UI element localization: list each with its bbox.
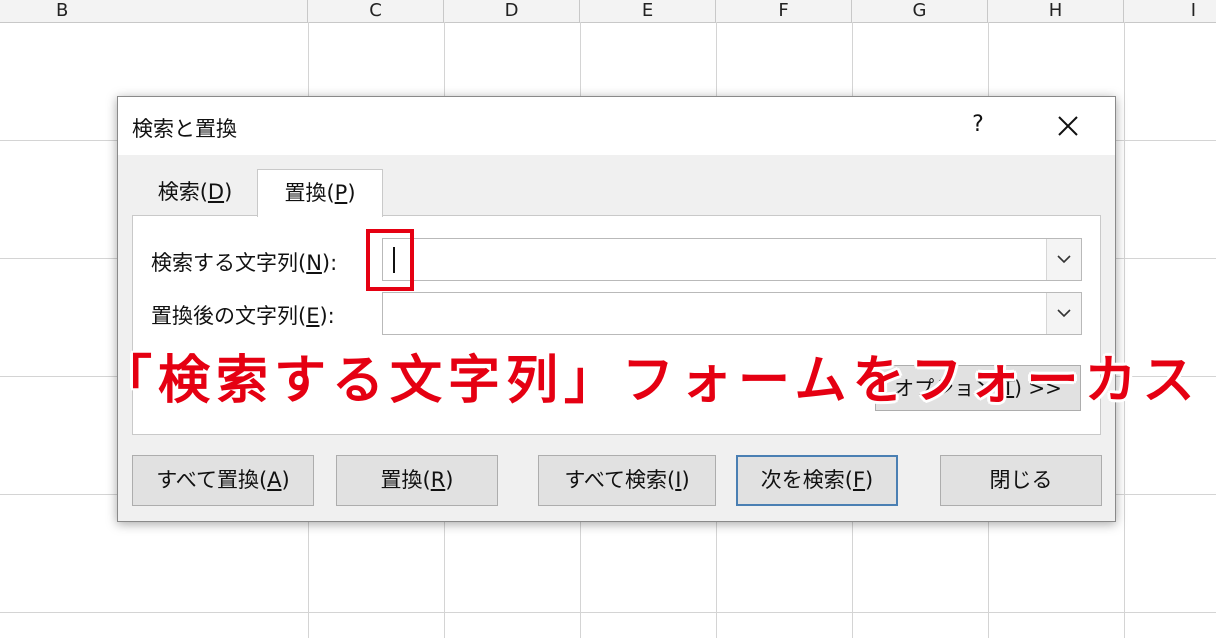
tab-search-hotkey: D: [207, 180, 225, 204]
chevron-down-icon: [1057, 255, 1071, 264]
tab-replace-label-end: ): [347, 181, 356, 205]
replace-all-button[interactable]: すべて置換(A): [132, 455, 314, 506]
dialog-titlebar[interactable]: 検索と置換 ?: [118, 97, 1115, 155]
grid-line: [1124, 22, 1125, 638]
find-all-button[interactable]: すべて検索(I): [538, 455, 716, 506]
column-header-h[interactable]: H: [988, 0, 1124, 22]
column-header-g[interactable]: G: [852, 0, 988, 22]
focus-highlight-box: [366, 229, 414, 291]
find-replace-dialog: 検索と置換 ? 検索(D) 置換(P) 検索する文字列(N): 置換後の文字列(…: [117, 96, 1116, 522]
replace-button[interactable]: 置換(R): [336, 455, 498, 506]
tab-search-label-end: ): [224, 180, 233, 204]
column-header-i[interactable]: I: [1124, 0, 1216, 22]
tab-replace-label: 置換(: [284, 181, 335, 205]
tab-replace[interactable]: 置換(P): [257, 169, 383, 217]
tab-search-label: 検索(: [157, 180, 208, 204]
find-what-label: 検索する文字列(N):: [151, 251, 338, 275]
tab-search[interactable]: 検索(D): [136, 169, 254, 215]
column-header-d[interactable]: D: [444, 0, 580, 22]
column-header-b[interactable]: B: [0, 0, 308, 22]
replace-with-label: 置換後の文字列(E):: [151, 304, 335, 328]
column-header-e[interactable]: E: [580, 0, 716, 22]
column-header-f[interactable]: F: [716, 0, 852, 22]
find-what-input[interactable]: [382, 238, 1082, 281]
column-header-c[interactable]: C: [308, 0, 444, 22]
annotation-caption: 「検索する文字列」フォームをフォーカス: [100, 351, 1201, 411]
dialog-title: 検索と置換: [132, 117, 237, 141]
find-next-button[interactable]: 次を検索(F): [736, 455, 898, 506]
replace-with-dropdown[interactable]: [1046, 293, 1081, 334]
column-headers: B C D E F G H I: [0, 0, 1216, 23]
close-button[interactable]: 閉じる: [940, 455, 1102, 506]
tab-replace-hotkey: P: [334, 181, 348, 205]
close-icon[interactable]: [1048, 105, 1088, 145]
grid-line: [0, 612, 1216, 613]
find-what-dropdown[interactable]: [1046, 239, 1081, 280]
replace-with-input[interactable]: [382, 292, 1082, 335]
chevron-down-icon: [1057, 309, 1071, 318]
help-button[interactable]: ?: [960, 107, 996, 143]
